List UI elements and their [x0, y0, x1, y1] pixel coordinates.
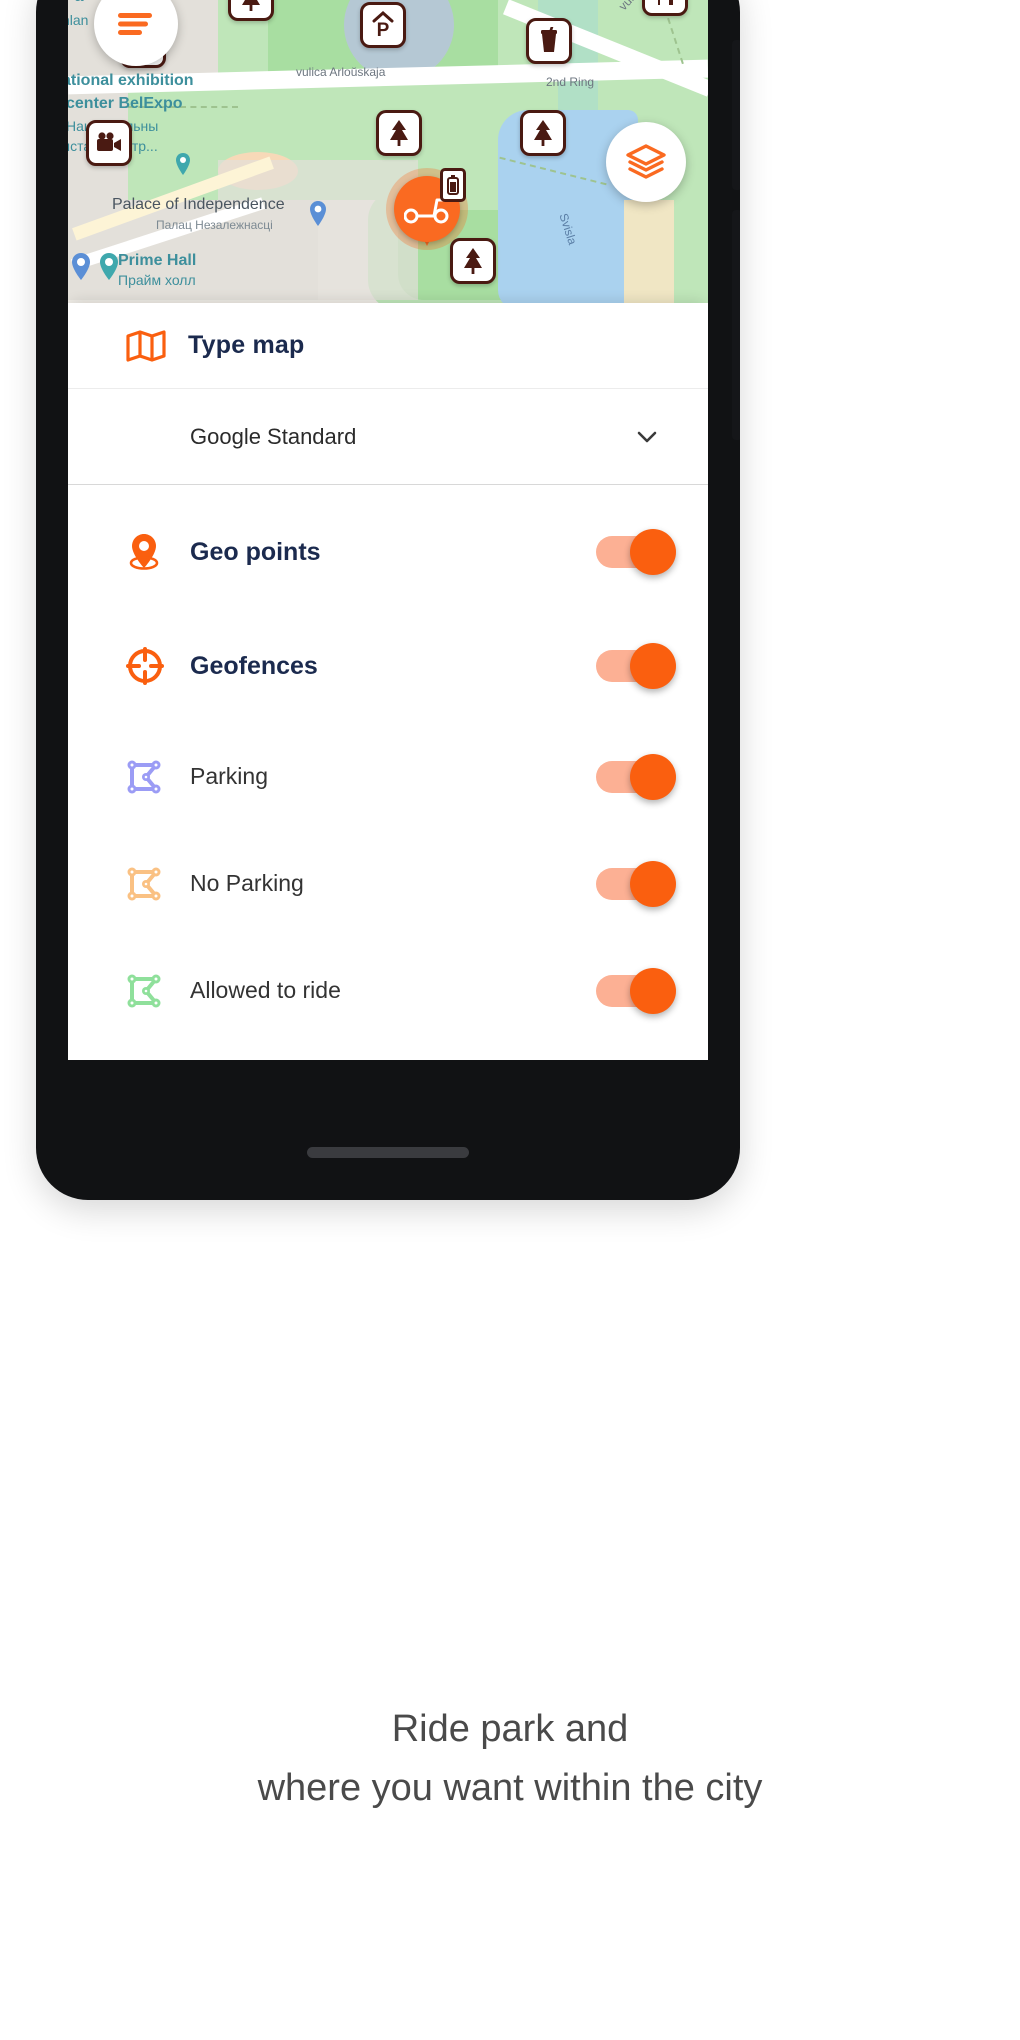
map-pin-small: [72, 253, 90, 280]
map-label: nlan: [68, 12, 89, 28]
layer-toggle-no-parking[interactable]: [596, 860, 676, 907]
phone-screen: Парк lan Pa nlan ational exhibition cent…: [68, 0, 708, 1060]
crosshair-icon: [126, 647, 190, 685]
phone-button-power: [732, 210, 740, 440]
tree-poi-marker[interactable]: [520, 110, 566, 156]
caption-line-2: where you want within the city: [257, 1766, 763, 1809]
tree-icon: [242, 0, 260, 11]
layer-toggle-geofences[interactable]: [596, 643, 676, 689]
drink-poi-marker[interactable]: [526, 18, 572, 64]
toggle-knob: [630, 860, 676, 907]
chevron-down-icon[interactable]: [632, 422, 662, 452]
map-label: center BelExpo: [68, 95, 183, 112]
tree-poi-marker[interactable]: [376, 110, 422, 156]
layer-toggle-geo-points[interactable]: [596, 529, 676, 575]
toggle-knob: [630, 967, 676, 1014]
polygon-icon: [126, 973, 190, 1009]
layer-label: Parking: [190, 763, 268, 789]
map-icon: [126, 329, 188, 363]
screen-root: Парк lan Pa nlan ational exhibition cent…: [0, 0, 1020, 2040]
toggle-knob: [630, 753, 676, 800]
parking-poi-marker[interactable]: P: [360, 2, 406, 48]
wc-icon: [658, 0, 673, 5]
tree-poi-marker[interactable]: [228, 0, 274, 21]
type-map-header: Type map: [68, 303, 708, 389]
map-label: Pa: [68, 0, 84, 6]
layer-row-geofences[interactable]: Geofences: [68, 609, 708, 723]
tree-icon: [534, 120, 552, 146]
map-label: vulica Arloŭskaja: [296, 65, 386, 79]
map-style-select[interactable]: Google Standard: [68, 389, 708, 485]
map-label: Палац Незалежнасці: [156, 218, 273, 232]
layer-label: Geo points: [190, 537, 321, 566]
map-label: Prime Hall: [118, 252, 197, 269]
layer-toggle-allowed-to-ride[interactable]: [596, 967, 676, 1014]
video-camera-icon: [97, 132, 121, 151]
toggle-knob: [630, 643, 676, 689]
battery-icon: [447, 175, 459, 195]
polygon-icon: [126, 759, 190, 795]
map-pin-small: [310, 201, 326, 226]
tree-icon: [390, 120, 408, 146]
phone-button-volume: [732, 40, 740, 190]
parking-icon: P: [372, 10, 394, 40]
caption-line-1: Ride park and: [391, 1708, 629, 1750]
layer-row-geo-points[interactable]: Geo points: [68, 495, 708, 609]
map-layers-button[interactable]: [606, 122, 686, 202]
home-indicator: [307, 1147, 469, 1158]
map-settings-sheet: Type map Google Standard Geo points Geof…: [68, 303, 708, 1060]
drink-icon: [541, 27, 557, 52]
type-map-title: Type map: [188, 331, 305, 359]
layer-label: No Parking: [190, 870, 304, 896]
map-style-value: Google Standard: [190, 423, 357, 449]
location-pin-icon: [126, 532, 190, 572]
map-label: 2nd Ring: [546, 75, 595, 89]
battery-badge: [440, 168, 466, 202]
map-pin-small: [100, 253, 118, 280]
toilet-poi-marker[interactable]: [642, 0, 688, 16]
layer-toggle-list: Geo points Geofences Parking No Parking …: [68, 485, 708, 1060]
cinema-poi-marker[interactable]: [86, 120, 132, 166]
layer-toggle-parking[interactable]: [596, 753, 676, 800]
scooter-marker[interactable]: [386, 168, 468, 250]
phone-device: Парк lan Pa nlan ational exhibition cent…: [36, 0, 740, 1200]
svg-text:P: P: [377, 20, 390, 40]
hamburger-menu-icon: [118, 13, 152, 35]
layer-row-allowed-to-ride[interactable]: Allowed to ride: [68, 937, 708, 1044]
layer-label: Geofences: [190, 651, 318, 680]
toggle-knob: [630, 529, 676, 575]
tree-icon: [464, 248, 482, 274]
polygon-icon: [126, 866, 190, 902]
layer-label: Allowed to ride: [190, 977, 341, 1003]
layers-icon: [626, 144, 666, 179]
map-pin-small: [176, 153, 190, 175]
page-caption: Ride park and where you want within the …: [0, 1700, 1020, 1818]
map-label: Прайм холл: [118, 272, 196, 288]
map-label: ational exhibition: [68, 72, 194, 89]
layer-row-parking[interactable]: Parking: [68, 723, 708, 830]
layer-row-you-can-not-ride[interactable]: You can not ride: [68, 1044, 708, 1060]
map-label: Palace of Independence: [112, 196, 285, 213]
layer-row-no-parking[interactable]: No Parking: [68, 830, 708, 937]
